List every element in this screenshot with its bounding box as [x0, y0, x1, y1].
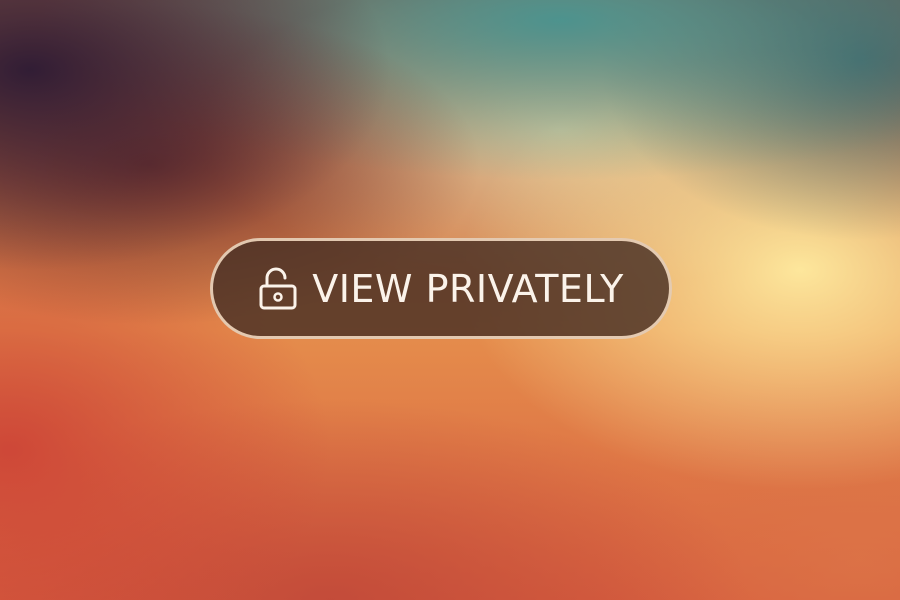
button-label: VIEW PRIVATELY [312, 266, 624, 311]
unlock-icon [259, 267, 297, 309]
view-privately-button[interactable]: VIEW PRIVATELY [210, 238, 672, 339]
